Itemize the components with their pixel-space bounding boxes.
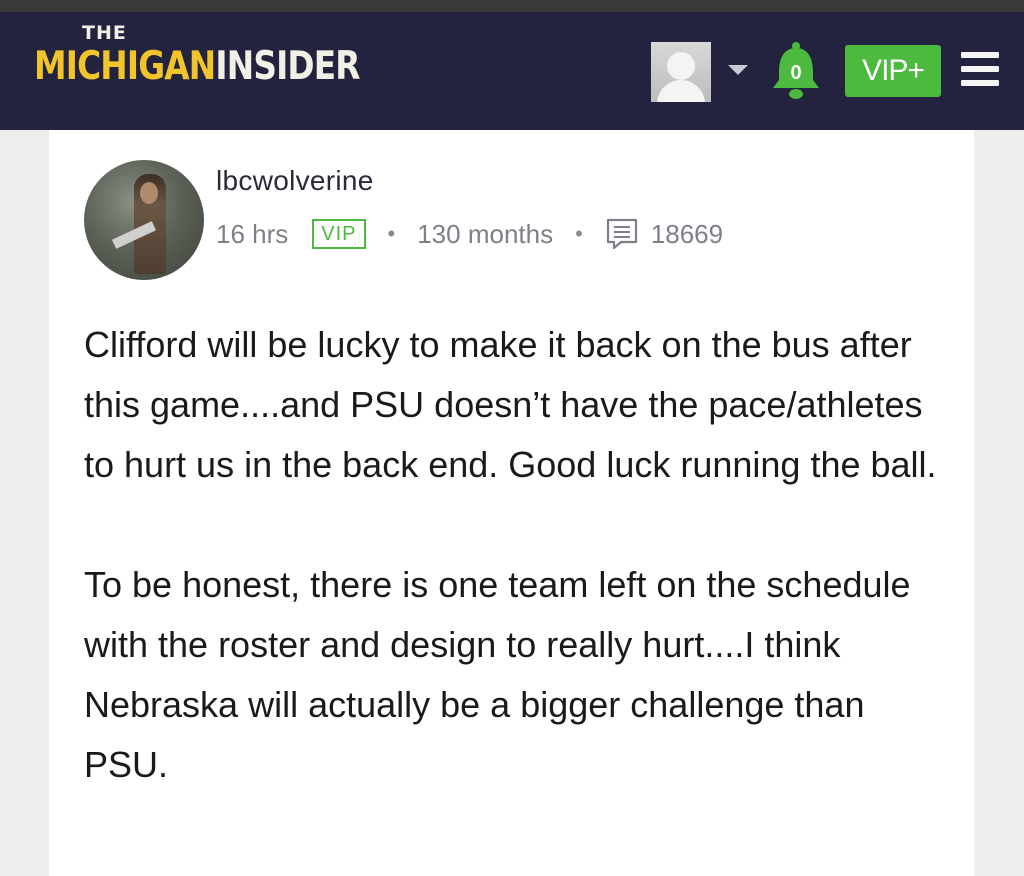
poster-username[interactable]: lbcwolverine <box>216 165 374 197</box>
vip-plus-button[interactable]: VIP+ <box>845 45 941 97</box>
logo-wordmark: MICHIGANINSIDER <box>34 44 361 89</box>
post-paragraph: Clifford will be lucky to make it back o… <box>84 324 937 485</box>
status-strip <box>0 0 1024 12</box>
user-avatar-icon[interactable] <box>651 42 711 102</box>
message-count-icon <box>606 218 637 250</box>
post-paragraph: To be honest, there is one team left on … <box>84 564 911 785</box>
meta-separator: • <box>575 221 583 246</box>
vip-badge: VIP <box>312 219 366 249</box>
post-time: 16 hrs <box>216 218 289 249</box>
logo-the-text: THE <box>82 22 127 44</box>
notification-count: 0 <box>790 62 802 84</box>
meta-separator: • <box>387 221 396 246</box>
hamburger-menu-icon[interactable] <box>961 52 999 86</box>
post-count: 18669 <box>650 218 724 249</box>
poster-avatar[interactable] <box>84 160 204 280</box>
post-meta: 16 hrs VIP • 130 months • 18669 <box>216 216 723 252</box>
post-body: Clifford will be lucky to make it back o… <box>84 315 944 855</box>
logo-michigan-text: MICHIGAN <box>34 44 216 89</box>
chevron-down-icon[interactable] <box>728 65 748 75</box>
logo-insider-text: INSIDER <box>215 44 360 89</box>
bell-icon[interactable]: 0 <box>769 40 823 102</box>
member-tenure: 130 months <box>417 218 554 249</box>
right-gutter <box>974 130 1024 876</box>
